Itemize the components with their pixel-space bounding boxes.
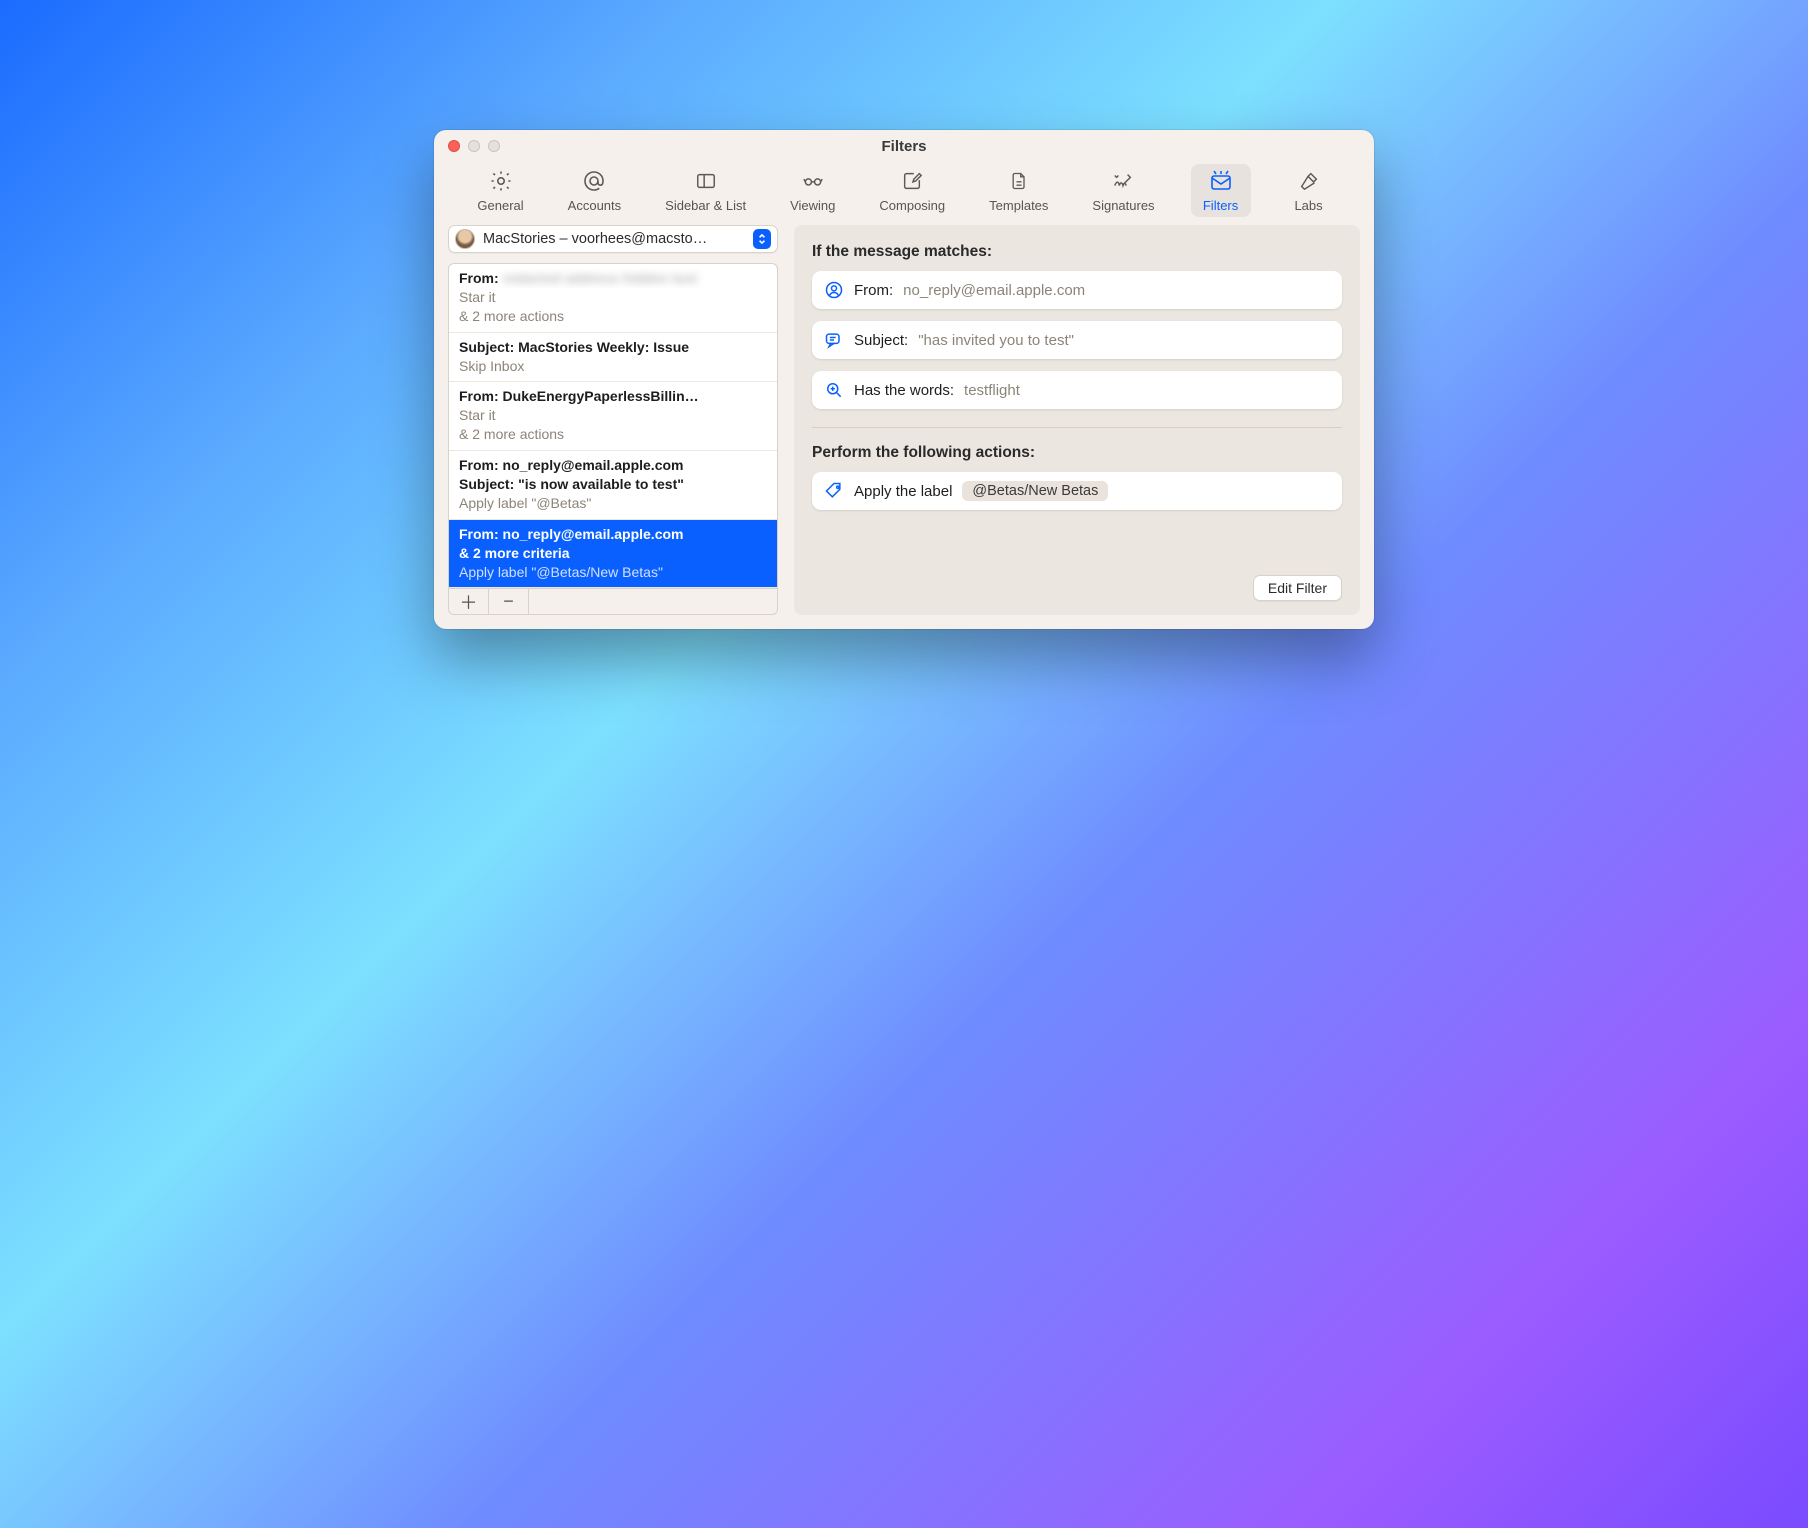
filter-detail-panel: If the message matches: From: no_reply@e… bbox=[794, 225, 1360, 615]
account-selector[interactable]: MacStories – voorhees@macsto… bbox=[448, 225, 778, 253]
minimize-window-button[interactable] bbox=[468, 140, 480, 152]
tab-label: Sidebar & List bbox=[665, 198, 746, 213]
filters-sidebar: MacStories – voorhees@macsto… From: reda… bbox=[448, 225, 778, 615]
tab-templates[interactable]: Templates bbox=[981, 164, 1056, 217]
condition-words[interactable]: Has the words: testflight bbox=[812, 371, 1342, 409]
preferences-toolbar: General Accounts Sidebar & List Viewing … bbox=[434, 162, 1374, 225]
matches-heading: If the message matches: bbox=[812, 243, 1342, 261]
tab-labs[interactable]: Labs bbox=[1279, 164, 1339, 217]
labs-icon bbox=[1296, 168, 1322, 194]
document-icon bbox=[1006, 168, 1032, 194]
section-divider bbox=[812, 427, 1342, 428]
preferences-window: Filters General Accounts Sidebar & List … bbox=[434, 130, 1374, 629]
tab-label: Accounts bbox=[568, 198, 621, 213]
condition-label: Has the words: bbox=[854, 382, 954, 399]
tab-label: Filters bbox=[1203, 198, 1238, 213]
content-area: MacStories – voorhees@macsto… From: reda… bbox=[434, 225, 1374, 629]
filter-action-extra: & 2 more actions bbox=[459, 425, 767, 444]
condition-label: From: bbox=[854, 282, 893, 299]
condition-value: testflight bbox=[964, 382, 1020, 399]
remove-filter-button[interactable]: − bbox=[489, 589, 529, 614]
action-apply-label[interactable]: Apply the label @Betas/New Betas bbox=[812, 472, 1342, 510]
tab-filters[interactable]: Filters bbox=[1191, 164, 1251, 217]
edit-filter-button[interactable]: Edit Filter bbox=[1253, 575, 1342, 601]
account-avatar bbox=[455, 229, 475, 249]
tab-label: Signatures bbox=[1092, 198, 1154, 213]
signature-icon bbox=[1110, 168, 1136, 194]
condition-value: no_reply@email.apple.com bbox=[903, 282, 1085, 299]
action-label: Apply the label bbox=[854, 483, 952, 500]
tab-label: Templates bbox=[989, 198, 1048, 213]
plus-icon: ＋ bbox=[460, 589, 478, 615]
condition-subject[interactable]: Subject: "has invited you to test" bbox=[812, 321, 1342, 359]
traffic-lights bbox=[448, 140, 500, 152]
tab-label: Labs bbox=[1294, 198, 1322, 213]
tab-viewing[interactable]: Viewing bbox=[782, 164, 843, 217]
titlebar: Filters bbox=[434, 130, 1374, 162]
tab-accounts[interactable]: Accounts bbox=[560, 164, 629, 217]
filter-criteria: From: no_reply@email.apple.com bbox=[459, 525, 767, 544]
tab-composing[interactable]: Composing bbox=[871, 164, 953, 217]
filter-list: From: redacted address hidden text Star … bbox=[448, 263, 778, 589]
filter-row[interactable]: From: DukeEnergyPaperlessBillin… Star it… bbox=[449, 382, 777, 451]
glasses-icon bbox=[800, 168, 826, 194]
filter-criteria: From: DukeEnergyPaperlessBillin… bbox=[459, 387, 767, 406]
filter-action-extra: & 2 more actions bbox=[459, 307, 767, 326]
filter-action: Apply label "@Betas/New Betas" bbox=[459, 563, 767, 582]
updown-chevron-icon bbox=[753, 229, 771, 249]
filters-icon bbox=[1208, 168, 1234, 194]
filter-action: Star it bbox=[459, 288, 767, 307]
filter-action: Skip Inbox bbox=[459, 357, 767, 376]
condition-value: "has invited you to test" bbox=[918, 332, 1074, 349]
condition-label: Subject: bbox=[854, 332, 908, 349]
add-filter-button[interactable]: ＋ bbox=[449, 589, 489, 614]
filter-row[interactable]: From: no_reply@email.apple.com Subject: … bbox=[449, 451, 777, 520]
tab-sidebar-list[interactable]: Sidebar & List bbox=[657, 164, 754, 217]
at-sign-icon bbox=[581, 168, 607, 194]
zoom-window-button[interactable] bbox=[488, 140, 500, 152]
tab-label: Composing bbox=[879, 198, 945, 213]
filter-row[interactable]: From: redacted address hidden text Star … bbox=[449, 264, 777, 333]
magnifying-glass-icon bbox=[824, 380, 844, 400]
tag-icon bbox=[824, 481, 844, 501]
sidebar-icon bbox=[693, 168, 719, 194]
filter-action: Apply label "@Betas" bbox=[459, 494, 767, 513]
filter-criteria-2: Subject: "is now available to test" bbox=[459, 475, 767, 494]
tab-general[interactable]: General bbox=[469, 164, 531, 217]
condition-from[interactable]: From: no_reply@email.apple.com bbox=[812, 271, 1342, 309]
filter-criteria-2: & 2 more criteria bbox=[459, 544, 767, 563]
minus-icon: − bbox=[503, 591, 514, 612]
account-name: MacStories – voorhees@macsto… bbox=[483, 231, 745, 247]
compose-icon bbox=[899, 168, 925, 194]
gear-icon bbox=[488, 168, 514, 194]
tab-signatures[interactable]: Signatures bbox=[1084, 164, 1162, 217]
filter-criteria: Subject: MacStories Weekly: Issue bbox=[459, 338, 767, 357]
close-window-button[interactable] bbox=[448, 140, 460, 152]
filter-criteria: From: no_reply@email.apple.com bbox=[459, 456, 767, 475]
label-chip: @Betas/New Betas bbox=[962, 481, 1108, 501]
filter-row-selected[interactable]: From: no_reply@email.apple.com & 2 more … bbox=[449, 520, 777, 589]
chat-bubble-icon bbox=[824, 330, 844, 350]
person-circle-icon bbox=[824, 280, 844, 300]
filter-criteria: From: redacted address hidden text bbox=[459, 269, 767, 288]
filter-row[interactable]: Subject: MacStories Weekly: Issue Skip I… bbox=[449, 333, 777, 383]
tab-label: Viewing bbox=[790, 198, 835, 213]
tab-label: General bbox=[477, 198, 523, 213]
filter-action: Star it bbox=[459, 406, 767, 425]
window-title: Filters bbox=[434, 138, 1374, 155]
actions-heading: Perform the following actions: bbox=[812, 444, 1342, 462]
filter-list-footer: ＋ − bbox=[448, 589, 778, 615]
